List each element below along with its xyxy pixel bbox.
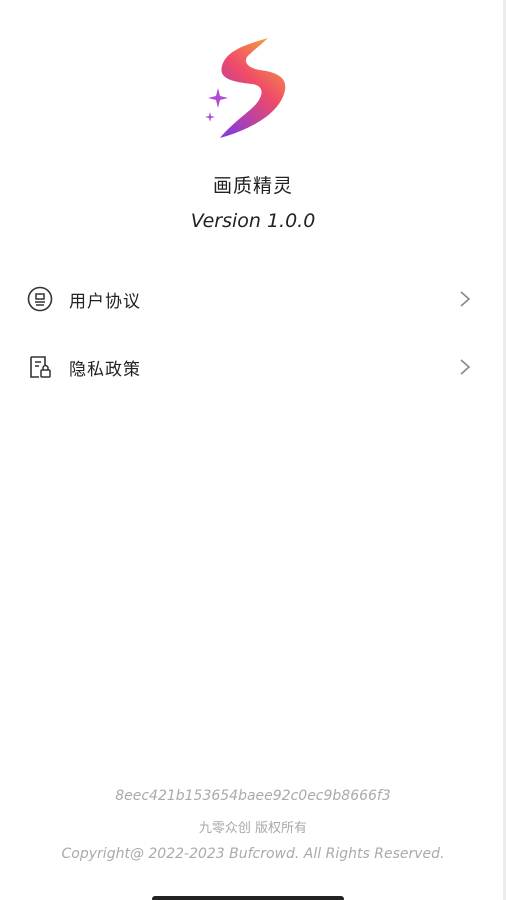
home-indicator[interactable] xyxy=(152,896,344,900)
app-logo xyxy=(205,38,286,138)
about-screen: 画质精灵 Version 1.0.0 用户协议 隐私政策 8eec421b153… xyxy=(0,0,506,900)
version-label: Version 1.0.0 xyxy=(190,210,316,232)
menu-item-label: 隐私政策 xyxy=(69,359,141,380)
privacy-policy-icon xyxy=(26,353,54,381)
build-hash: 8eec421b153654baee92c0ec9b8666f3 xyxy=(115,788,391,804)
menu-item-user-agreement[interactable]: 用户协议 xyxy=(0,274,500,324)
chevron-right-icon xyxy=(460,359,471,375)
menu-item-label: 用户协议 xyxy=(69,291,141,312)
copyright-text: Copyright@ 2022-2023 Bufcrowd. All Right… xyxy=(61,846,445,862)
menu-item-privacy-policy[interactable]: 隐私政策 xyxy=(0,342,500,392)
app-name: 画质精灵 xyxy=(212,175,293,197)
company-text: 九零众创 版权所有 xyxy=(198,821,308,836)
user-agreement-icon xyxy=(26,285,54,313)
chevron-right-icon xyxy=(460,291,471,307)
